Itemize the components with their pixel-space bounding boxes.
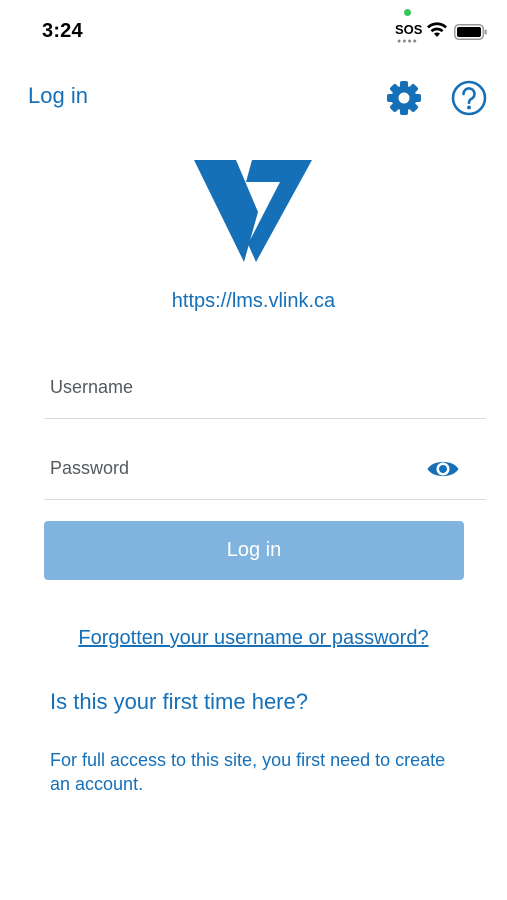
wifi-icon [427, 22, 447, 37]
username-field[interactable]: Username [44, 362, 486, 419]
nav-bar: Log in [0, 70, 507, 126]
camera-indicator-dot [404, 9, 411, 16]
signal-dots-icon: ●●●● [397, 38, 418, 45]
help-icon[interactable] [450, 79, 488, 117]
password-placeholder: Password [50, 458, 130, 478]
vlink-logo [194, 160, 312, 262]
status-bar: 3:24 SOS ●●●● [0, 0, 507, 62]
forgot-credentials-link[interactable]: Forgotten your username or password? [0, 627, 507, 650]
first-time-heading: Is this your first time here? [50, 689, 308, 714]
password-field[interactable]: Password [44, 443, 486, 500]
site-url: https://lms.vlink.ca [171, 290, 336, 312]
eye-icon[interactable] [426, 455, 460, 483]
login-button[interactable]: Log in [44, 521, 464, 580]
status-time: 3:24 [42, 20, 83, 42]
username-placeholder: Username [50, 377, 134, 397]
gear-icon[interactable] [384, 78, 424, 118]
sos-indicator: SOS [395, 22, 423, 37]
signup-info-text: For full access to this site, you first … [50, 750, 446, 794]
page-title: Log in [28, 83, 88, 108]
battery-icon [454, 24, 487, 40]
